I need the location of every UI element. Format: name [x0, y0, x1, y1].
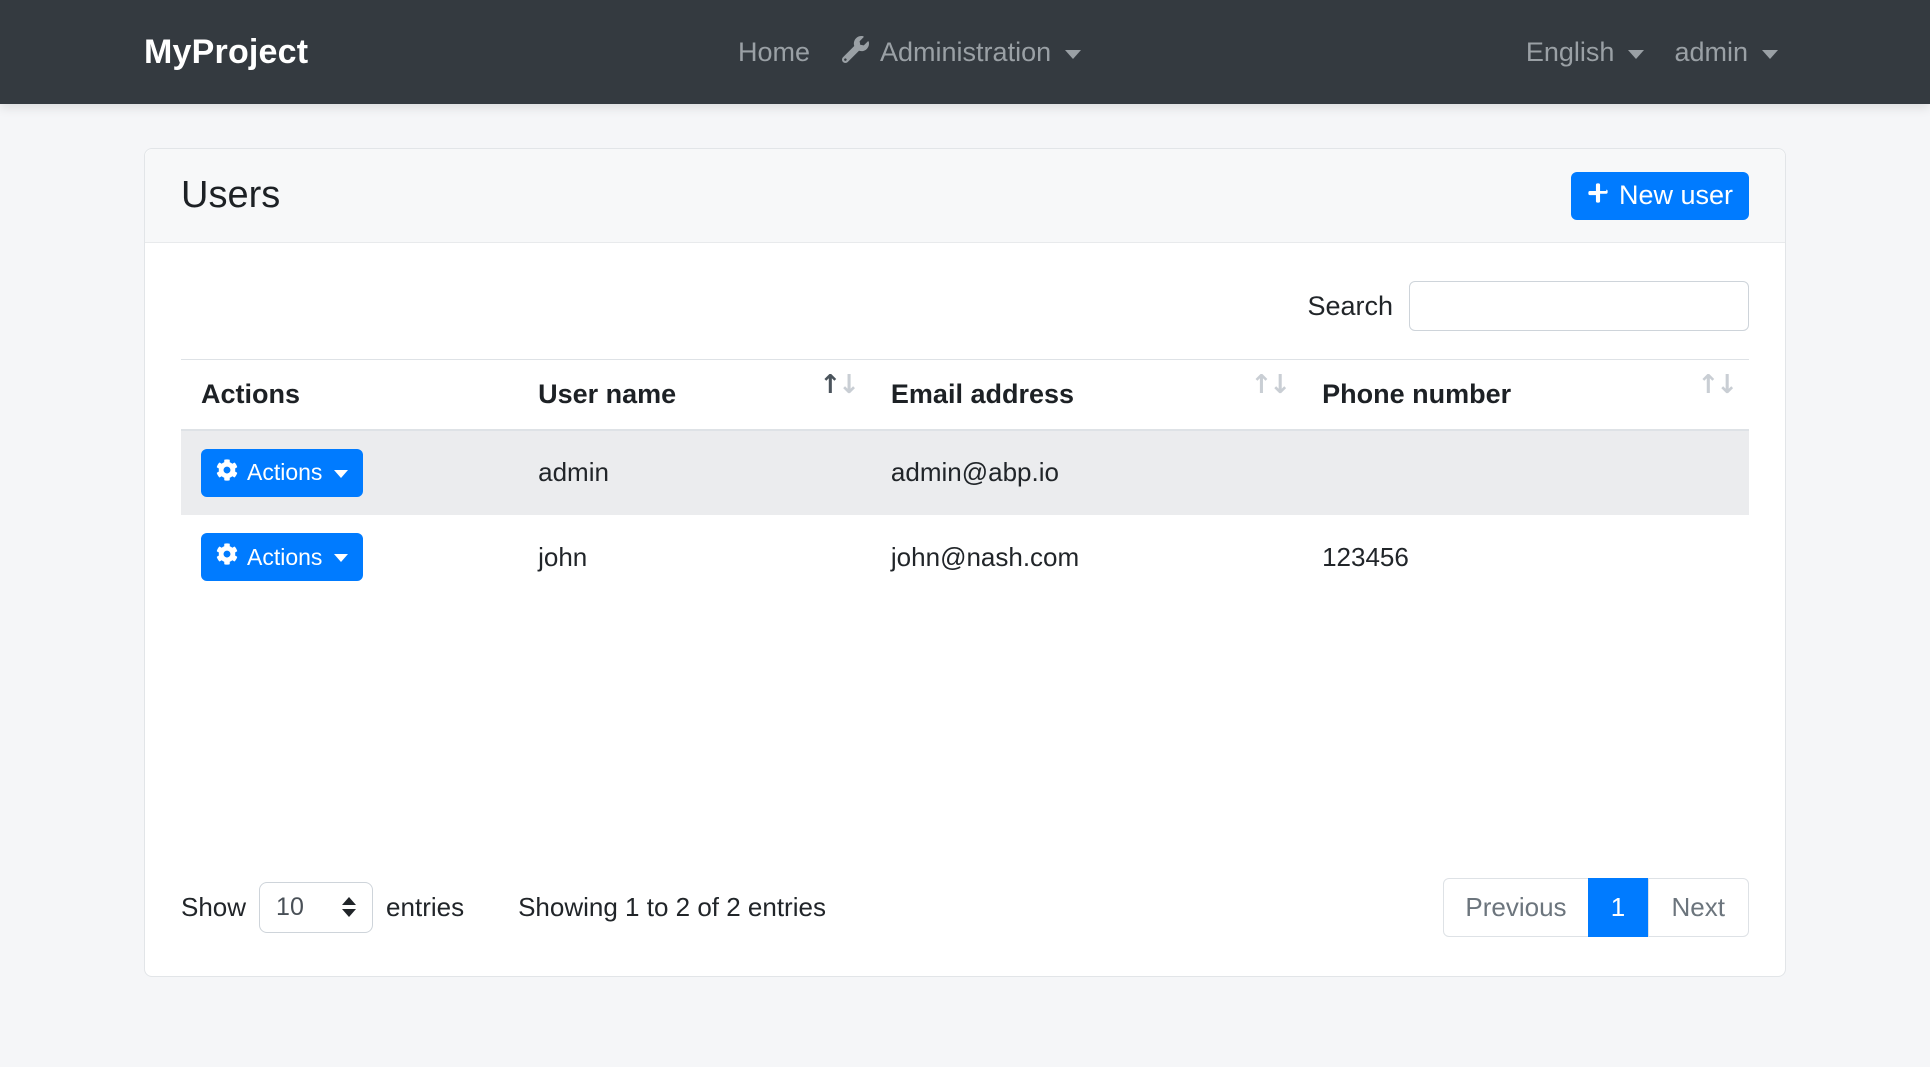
pagination: Previous 1 Next	[1443, 878, 1749, 937]
gear-icon	[216, 543, 238, 571]
column-header-user-name[interactable]: User name ↑↓	[518, 360, 871, 430]
user-label: admin	[1674, 37, 1748, 68]
actions-button-label: Actions	[247, 459, 322, 486]
users-table: Actions User name ↑↓ Email address ↑↓ Ph…	[181, 359, 1749, 600]
table-header: Actions User name ↑↓ Email address ↑↓ Ph…	[181, 360, 1749, 430]
sort-desc-icon: ↓	[1269, 370, 1288, 400]
nav-item-administration[interactable]: Administration	[842, 35, 1081, 69]
column-label: Email address	[891, 379, 1074, 409]
users-card: Users New user Search Actions User name	[144, 148, 1786, 977]
user-name-cell: john	[518, 515, 871, 600]
select-arrows-icon	[342, 897, 356, 917]
sort-desc-icon: ↓	[1716, 370, 1735, 400]
pagination-previous[interactable]: Previous	[1443, 878, 1588, 937]
table-row: Actions john john@nash.com 123456	[181, 515, 1749, 600]
actions-button-label: Actions	[247, 544, 322, 571]
page-title: Users	[181, 174, 280, 217]
nav-home-label: Home	[738, 37, 810, 68]
actions-cell: Actions	[181, 430, 518, 515]
main-nav: Home Administration	[738, 0, 1081, 104]
search-label: Search	[1307, 291, 1393, 322]
nav-administration-label: Administration	[880, 37, 1051, 68]
sort-asc-icon: ↑	[819, 370, 838, 400]
row-actions-button[interactable]: Actions	[201, 449, 363, 497]
chevron-down-icon	[334, 470, 348, 478]
plus-icon	[1587, 180, 1609, 211]
column-label: Phone number	[1322, 379, 1511, 409]
column-label: User name	[538, 379, 676, 409]
column-label: Actions	[201, 379, 300, 409]
showing-entries-status: Showing 1 to 2 of 2 entries	[518, 892, 826, 923]
language-label: English	[1526, 37, 1615, 68]
search-row: Search	[181, 281, 1749, 331]
pagination-next[interactable]: Next	[1648, 878, 1749, 937]
show-label: Show	[181, 892, 246, 923]
email-cell: john@nash.com	[871, 515, 1302, 600]
phone-cell: 123456	[1302, 515, 1749, 600]
wrench-icon	[842, 35, 869, 69]
search-input[interactable]	[1409, 281, 1749, 331]
user-dropdown[interactable]: admin	[1674, 37, 1778, 68]
row-actions-button[interactable]: Actions	[201, 533, 363, 581]
column-header-actions: Actions	[181, 360, 518, 430]
table-row: Actions admin admin@abp.io	[181, 430, 1749, 515]
nav-item-home[interactable]: Home	[738, 37, 810, 68]
sort-icons: ↑↓	[819, 370, 857, 400]
card-header: Users New user	[145, 149, 1785, 243]
pagination-page-1[interactable]: 1	[1588, 878, 1649, 937]
column-header-email[interactable]: Email address ↑↓	[871, 360, 1302, 430]
navbar-right: English admin	[1526, 0, 1778, 104]
card-body: Search Actions User name ↑↓ Email addres…	[145, 281, 1785, 937]
sort-asc-icon: ↑	[1697, 370, 1716, 400]
sort-icons: ↑↓	[1697, 370, 1735, 400]
brand-logo[interactable]: MyProject	[144, 33, 308, 72]
page-size-value: 10	[276, 893, 304, 922]
table-footer: Show 10 entries Showing 1 to 2 of 2 entr…	[181, 878, 1749, 937]
actions-cell: Actions	[181, 515, 518, 600]
top-navbar: MyProject Home Administration English ad…	[0, 0, 1930, 104]
entries-label: entries	[386, 892, 464, 923]
chevron-down-icon	[1762, 50, 1778, 59]
user-name-cell: admin	[518, 430, 871, 515]
language-dropdown[interactable]: English	[1526, 37, 1645, 68]
page-size-select[interactable]: 10	[259, 882, 373, 933]
chevron-down-icon	[1065, 50, 1081, 59]
chevron-down-icon	[1628, 50, 1644, 59]
new-user-button-label: New user	[1619, 180, 1733, 211]
email-cell: admin@abp.io	[871, 430, 1302, 515]
column-header-phone[interactable]: Phone number ↑↓	[1302, 360, 1749, 430]
table-empty-space	[181, 600, 1749, 878]
gear-icon	[216, 459, 238, 487]
phone-cell	[1302, 430, 1749, 515]
sort-asc-icon: ↑	[1251, 370, 1270, 400]
sort-desc-icon: ↓	[838, 370, 857, 400]
sort-icons: ↑↓	[1251, 370, 1289, 400]
new-user-button[interactable]: New user	[1571, 172, 1749, 220]
chevron-down-icon	[334, 554, 348, 562]
